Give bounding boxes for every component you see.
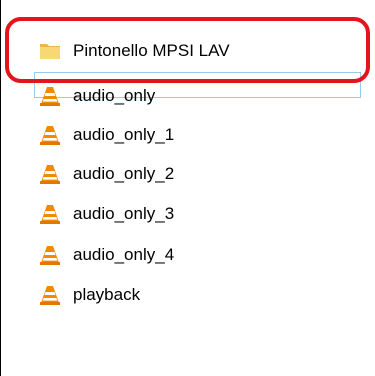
file-explorer-pane: Pintonello MPSI LAV audio_only audio_onl… xyxy=(0,0,375,376)
vlc-media-file-icon xyxy=(40,205,60,224)
list-item-folder[interactable]: Pintonello MPSI LAV xyxy=(39,39,230,63)
folder-icon xyxy=(40,44,60,59)
vlc-media-file-icon xyxy=(40,87,60,106)
list-item-file[interactable]: audio_only_1 xyxy=(39,123,174,147)
list-item-file[interactable]: audio_only_4 xyxy=(39,243,174,267)
file-name: audio_only_3 xyxy=(73,204,175,223)
file-name: playback xyxy=(73,285,141,304)
file-name: audio_only_1 xyxy=(73,125,175,144)
file-list: Pintonello MPSI LAV audio_only audio_onl… xyxy=(1,0,375,376)
file-name: audio_only_4 xyxy=(73,245,175,264)
vlc-media-file-icon xyxy=(40,165,60,184)
list-item-file[interactable]: playback xyxy=(39,283,140,307)
list-item-file[interactable]: audio_only_3 xyxy=(39,202,174,226)
vlc-media-file-icon xyxy=(40,286,60,305)
vlc-media-file-icon xyxy=(40,126,60,145)
file-name: audio_only xyxy=(73,86,156,105)
folder-name: Pintonello MPSI LAV xyxy=(73,41,230,60)
file-name: audio_only_2 xyxy=(73,164,175,183)
vlc-media-file-icon xyxy=(40,246,60,265)
list-item-file[interactable]: audio_only xyxy=(39,84,155,108)
list-item-file[interactable]: audio_only_2 xyxy=(39,162,174,186)
